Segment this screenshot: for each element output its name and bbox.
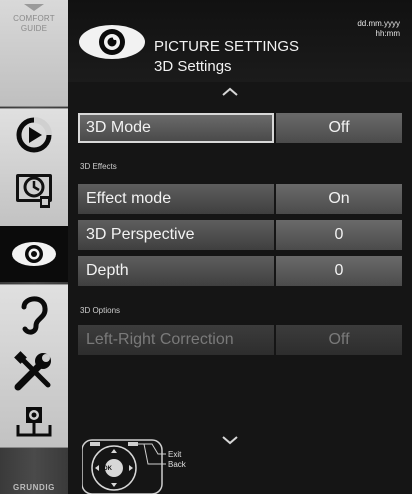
- triangle-up-icon: [24, 4, 44, 11]
- sidebar-item-sound[interactable]: [0, 288, 68, 340]
- page-title: PICTURE SETTINGS: [154, 38, 300, 55]
- date-label: dd.mm.yyyy: [357, 19, 400, 28]
- brand-logo: GRUNDIG: [13, 483, 55, 492]
- sidebar-item-picture[interactable]: [0, 226, 68, 282]
- section-heading-3d-effects: 3D Effects: [80, 162, 117, 171]
- sidebar-item-timer[interactable]: [0, 162, 68, 218]
- exit-legend: Exit: [168, 450, 182, 459]
- sound-ear-icon: [21, 296, 48, 335]
- left-right-correction-value: Off: [276, 325, 402, 355]
- 3d-perspective-value[interactable]: 0: [276, 220, 402, 250]
- comfort-guide-button[interactable]: COMFORT GUIDE: [0, 0, 68, 107]
- scroll-down-icon[interactable]: [221, 432, 239, 450]
- comfort-guide-label: COMFORT GUIDE: [13, 14, 55, 33]
- page-subtitle: 3D Settings: [154, 58, 232, 75]
- sidebar: COMFORT GUIDE GRUNDIG: [0, 0, 68, 494]
- menu-row-effect-mode[interactable]: Effect mode On: [78, 184, 402, 214]
- tv-menu-screen: COMFORT GUIDE GRUNDIG PICTURE SETTINGS 3…: [0, 0, 412, 494]
- time-label: hh:mm: [375, 29, 400, 38]
- ok-button-label: OK: [103, 466, 112, 472]
- section-heading-3d-options: 3D Options: [80, 306, 121, 315]
- menu-row-3d-mode[interactable]: 3D Mode Off: [78, 113, 402, 143]
- sidebar-item-source[interactable]: [0, 112, 68, 158]
- picture-eye-icon: [12, 242, 56, 266]
- timer-settings-icon: [16, 174, 52, 208]
- menu-row-3d-perspective[interactable]: 3D Perspective 0: [78, 220, 402, 250]
- back-legend: Back: [168, 460, 186, 469]
- menu-row-depth[interactable]: Depth 0: [78, 256, 402, 286]
- scroll-up-icon[interactable]: [221, 84, 239, 102]
- date-time: dd.mm.yyyy hh:mm: [357, 19, 400, 39]
- depth-label: Depth: [78, 256, 274, 286]
- depth-value[interactable]: 0: [276, 256, 402, 286]
- 3d-perspective-label: 3D Perspective: [78, 220, 274, 250]
- 3d-mode-value[interactable]: Off: [276, 113, 402, 143]
- menu-header: PICTURE SETTINGS 3D Settings dd.mm.yyyy …: [68, 0, 412, 82]
- tools-icon: [14, 351, 51, 391]
- effect-mode-label: Effect mode: [78, 184, 274, 214]
- sidebar-item-network[interactable]: [0, 402, 68, 444]
- network-icon: [16, 407, 52, 437]
- menu-row-left-right-correction: Left-Right Correction Off: [78, 325, 402, 355]
- left-right-correction-label: Left-Right Correction: [78, 325, 274, 355]
- 3d-mode-label: 3D Mode: [78, 113, 274, 143]
- sidebar-item-tools[interactable]: [0, 344, 68, 398]
- picture-eye-icon: [79, 25, 145, 59]
- main-panel: PICTURE SETTINGS 3D Settings dd.mm.yyyy …: [68, 0, 412, 494]
- source-icon: [16, 117, 52, 153]
- effect-mode-value[interactable]: On: [276, 184, 402, 214]
